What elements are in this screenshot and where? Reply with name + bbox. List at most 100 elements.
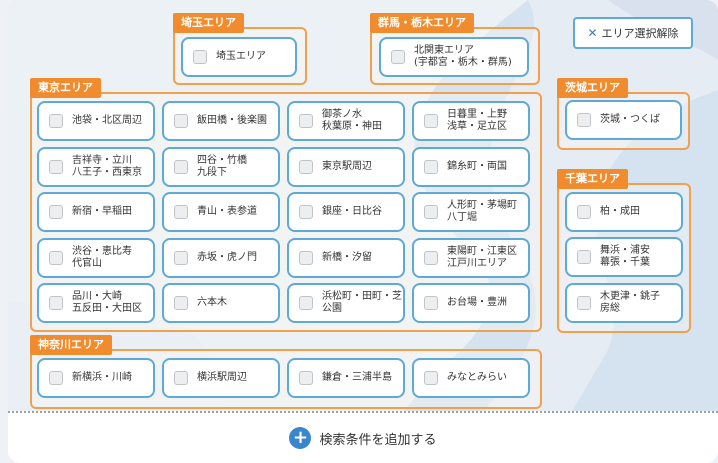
group-chiba: 千葉エリア 柏・成田 舞浜・浦安 幕張・千葉 木更津・銚子 房総 [557, 169, 691, 333]
checkbox[interactable] [424, 296, 438, 310]
area-tokyo-5[interactable]: 四谷・竹橋 九段下 [162, 146, 280, 187]
area-tokyo-1[interactable]: 飯田橋・後楽園 [162, 101, 280, 141]
checkbox[interactable] [577, 205, 591, 219]
area-tokyo-3[interactable]: 日暮里・上野 浅草・足立区 [412, 101, 530, 141]
checkbox[interactable] [299, 371, 313, 385]
area-kanagawa-3[interactable]: みなとみらい [412, 358, 530, 398]
area-label: 埼玉エリア [216, 51, 266, 62]
area-tokyo-14[interactable]: 新橋・汐留 [287, 237, 405, 278]
add-search-condition-button[interactable]: + 検索条件を追加する [289, 427, 437, 449]
checkbox[interactable] [299, 250, 313, 265]
area-label: 吉祥寺・立川 八王子・西東京 [72, 154, 142, 178]
area-label: 四谷・竹橋 九段下 [197, 154, 247, 178]
area-label: 飯田橋・後楽園 [197, 115, 267, 126]
area-label: 新横浜・川崎 [72, 372, 132, 383]
checkbox[interactable] [577, 296, 591, 310]
checkbox[interactable] [424, 159, 438, 174]
area-label: 人形町・茅場町 八丁堀 [447, 200, 517, 223]
close-icon: ✕ [587, 26, 598, 40]
area-tokyo-11[interactable]: 人形町・茅場町 八丁堀 [412, 192, 530, 232]
area-tokyo-10[interactable]: 銀座・日比谷 [287, 192, 405, 232]
area-kanagawa-2[interactable]: 鎌倉・三浦半島 [287, 358, 405, 398]
checkbox[interactable] [174, 114, 188, 128]
group-saitama-title: 埼玉エリア [173, 13, 244, 33]
checkbox[interactable] [49, 371, 63, 385]
area-saitama[interactable]: 埼玉エリア [181, 37, 297, 77]
group-kanagawa: 神奈川エリア 新横浜・川崎 横浜駅周辺 鎌倉・三浦半島 みなとみらい [30, 335, 542, 409]
area-label: 木更津・銚子 房総 [600, 291, 660, 314]
add-search-condition-label: 検索条件を追加する [319, 432, 437, 448]
area-kitakanto[interactable]: 北関東エリア (宇都宮・栃木・群馬) [379, 37, 529, 77]
area-tokyo-6[interactable]: 東京駅周辺 [287, 146, 405, 187]
area-label: 日暮里・上野 浅草・足立区 [447, 109, 507, 132]
area-tokyo-7[interactable]: 錦糸町・両国 [412, 146, 530, 187]
group-tokyo-title: 東京エリア [30, 78, 101, 98]
checkbox[interactable] [193, 50, 207, 64]
area-label: 北関東エリア (宇都宮・栃木・群馬) [414, 45, 512, 68]
area-tokyo-12[interactable]: 渋谷・恵比寿 代官山 [37, 237, 155, 278]
checkbox[interactable] [577, 250, 591, 264]
checkbox[interactable] [424, 250, 438, 265]
checkbox[interactable] [174, 159, 188, 174]
area-ibaraki-tsukuba[interactable]: 茨城・つくば [565, 100, 682, 140]
area-kanagawa-0[interactable]: 新横浜・川崎 [37, 358, 155, 398]
plus-icon: + [289, 427, 312, 449]
area-tokyo-13[interactable]: 赤坂・虎ノ門 [162, 237, 280, 278]
checkbox[interactable] [299, 159, 313, 174]
checkbox[interactable] [174, 250, 188, 265]
area-kanagawa-1[interactable]: 横浜駅周辺 [162, 358, 280, 398]
area-tokyo-0[interactable]: 池袋・北区周辺 [37, 101, 155, 141]
area-label: 柏・成田 [600, 206, 640, 217]
area-tokyo-2[interactable]: 御茶ノ水 秋葉原・神田 [287, 101, 405, 141]
checkbox[interactable] [391, 50, 405, 64]
area-label: お台場・豊洲 [447, 297, 507, 308]
area-tokyo-16[interactable]: 品川・大崎 五反田・大田区 [37, 283, 155, 323]
checkbox[interactable] [49, 159, 63, 174]
checkbox[interactable] [49, 296, 63, 310]
area-tokyo-4[interactable]: 吉祥寺・立川 八王子・西東京 [37, 146, 155, 187]
group-chiba-title: 千葉エリア [557, 169, 628, 189]
area-tokyo-9[interactable]: 青山・表参道 [162, 192, 280, 232]
area-kashiwa-narita[interactable]: 柏・成田 [565, 192, 683, 232]
checkbox[interactable] [299, 205, 313, 219]
checkbox[interactable] [299, 114, 313, 128]
clear-selection-button[interactable]: ✕ エリア選択解除 [573, 17, 693, 49]
group-saitama: 埼玉エリア 埼玉エリア [173, 13, 307, 85]
area-maihama-chiba[interactable]: 舞浜・浦安 幕張・千葉 [565, 237, 683, 277]
checkbox[interactable] [424, 371, 438, 385]
group-tokyo: 東京エリア 池袋・北区周辺 飯田橋・後楽園 御茶ノ水 秋葉原・神田 日暮里・上野 浅草… [30, 78, 542, 332]
checkbox[interactable] [424, 114, 438, 128]
area-tokyo-17[interactable]: 六本木 [162, 283, 280, 323]
area-tokyo-19[interactable]: お台場・豊洲 [412, 283, 530, 323]
area-label: 錦糸町・両国 [447, 160, 507, 172]
checkbox[interactable] [174, 296, 188, 310]
group-gunma-title: 群馬・栃木エリア [370, 13, 474, 33]
bottom-bar: + 検索条件を追加する [8, 411, 718, 463]
area-tokyo-8[interactable]: 新宿・早稲田 [37, 192, 155, 232]
checkbox[interactable] [577, 113, 591, 127]
area-label: 茨城・つくば [600, 114, 660, 125]
area-kisarazu-boso[interactable]: 木更津・銚子 房総 [565, 283, 683, 323]
checkbox[interactable] [174, 371, 188, 385]
area-label: 横浜駅周辺 [197, 372, 247, 383]
area-label: 品川・大崎 五反田・大田区 [72, 291, 142, 314]
area-label: 新橋・汐留 [322, 251, 372, 263]
area-label: 渋谷・恵比寿 代官山 [72, 245, 132, 269]
checkbox[interactable] [174, 205, 188, 219]
checkbox[interactable] [49, 114, 63, 128]
area-label: 東京駅周辺 [322, 160, 372, 172]
checkbox[interactable] [49, 205, 63, 219]
checkbox[interactable] [424, 205, 438, 219]
area-tokyo-15[interactable]: 東陽町・江東区 江戸川エリア [412, 237, 530, 278]
area-label: 赤坂・虎ノ門 [197, 251, 257, 263]
checkbox[interactable] [299, 296, 313, 310]
area-label: 六本木 [197, 297, 227, 308]
group-ibaraki: 茨城エリア 茨城・つくば [557, 78, 690, 150]
area-label: みなとみらい [447, 372, 507, 383]
checkbox[interactable] [49, 250, 63, 265]
clear-selection-label: エリア選択解除 [601, 27, 679, 40]
area-tokyo-18[interactable]: 浜松町・田町・芝 公園 [287, 283, 405, 323]
group-gunma-tochigi: 群馬・栃木エリア 北関東エリア (宇都宮・栃木・群馬) [370, 13, 540, 85]
area-label: 池袋・北区周辺 [72, 115, 142, 126]
group-ibaraki-title: 茨城エリア [557, 78, 628, 98]
